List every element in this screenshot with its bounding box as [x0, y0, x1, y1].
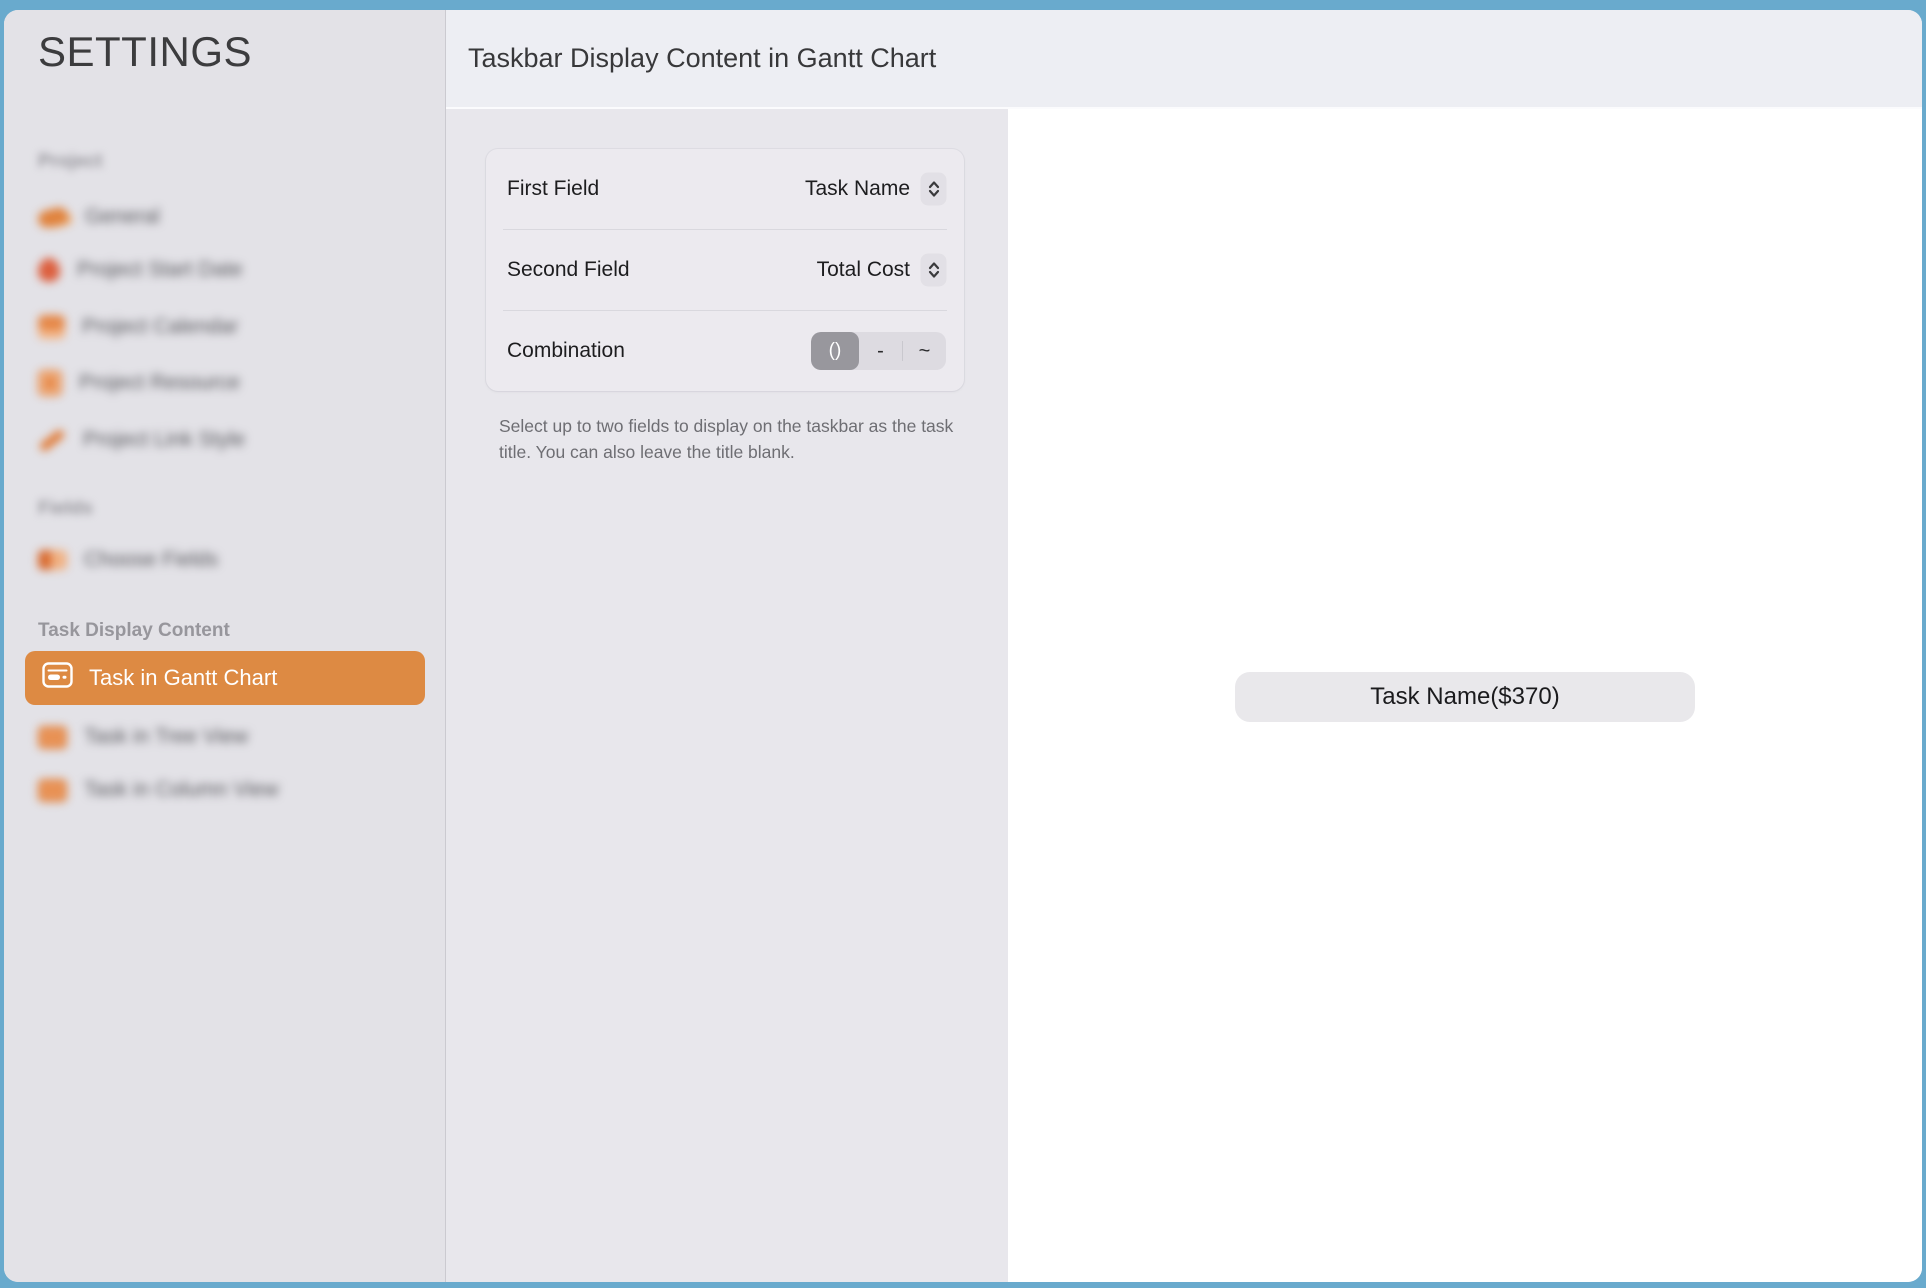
sidebar-item-project-calendar[interactable]: Project Calendar	[38, 312, 238, 342]
sidebar-item-project-link-style[interactable]: Project Link Style	[38, 425, 245, 455]
sidebar-item-label: Project Start Date	[77, 258, 243, 282]
calendar-icon	[38, 315, 65, 339]
sidebar-item-choose-fields[interactable]: Choose Fields	[38, 545, 218, 575]
sidebar-item-label: Project Link Style	[83, 428, 245, 452]
settings-window: SETTINGS Project General Project Start D…	[4, 10, 1922, 1282]
sidebar-item-task-in-gantt-chart[interactable]: Task in Gantt Chart	[25, 651, 425, 705]
tree-view-task-icon	[38, 726, 67, 749]
sidebar-item-project-resource[interactable]: Project Resource	[38, 368, 240, 398]
page-title: Taskbar Display Content in Gantt Chart	[468, 43, 936, 74]
sidebar-item-label: Task in Tree View	[84, 725, 248, 749]
first-field-label: First Field	[507, 177, 599, 201]
resource-icon	[38, 370, 62, 396]
combination-segmented-control: () - ~	[811, 332, 946, 370]
sidebar-item-general[interactable]: General	[38, 202, 160, 232]
content: First Field Task Name	[446, 109, 1922, 1282]
combination-option-tilde[interactable]: ~	[903, 332, 946, 370]
gantt-taskbar-icon	[42, 662, 73, 694]
sidebar-item-project-start-date[interactable]: Project Start Date	[38, 255, 243, 285]
help-text: Select up to two fields to display on th…	[499, 413, 977, 465]
second-field-value: Total Cost	[817, 258, 910, 282]
main-area: Taskbar Display Content in Gantt Chart F…	[446, 10, 1922, 1282]
combination-row: Combination () - ~	[486, 311, 964, 391]
sidebar-item-label: General	[85, 205, 160, 229]
second-field-label: Second Field	[507, 258, 630, 282]
sidebar-item-task-in-column-view[interactable]: Task in Column View	[38, 775, 279, 805]
choose-fields-icon	[38, 550, 67, 570]
taskbar-preview: Task Name($370)	[1235, 672, 1695, 722]
settings-panel: First Field Task Name	[446, 109, 1008, 1282]
combination-option-dash[interactable]: -	[859, 332, 902, 370]
sidebar-item-label: Choose Fields	[84, 548, 218, 572]
first-field-row: First Field Task Name	[486, 149, 964, 229]
column-view-task-icon	[38, 779, 67, 802]
sidebar-title: SETTINGS	[38, 28, 252, 76]
link-icon	[38, 428, 66, 452]
section-label-fields: Fields	[38, 498, 93, 520]
second-field-row: Second Field Total Cost	[486, 230, 964, 310]
second-field-popup[interactable]: Total Cost	[817, 254, 946, 286]
start-date-pin-icon	[38, 258, 60, 282]
sidebar-item-label: Task in Gantt Chart	[89, 665, 277, 691]
general-icon	[36, 205, 69, 229]
combination-option-parentheses[interactable]: ()	[811, 332, 859, 370]
preview-area: Task Name($370)	[1008, 109, 1922, 1282]
settings-sidebar: SETTINGS Project General Project Start D…	[4, 10, 446, 1282]
stepper-chevrons-icon	[921, 173, 946, 205]
combination-label: Combination	[507, 339, 625, 363]
sidebar-item-label: Project Resource	[79, 371, 240, 395]
first-field-value: Task Name	[805, 177, 910, 201]
sidebar-item-task-in-tree-view[interactable]: Task in Tree View	[38, 722, 248, 752]
section-label-project: Project	[38, 151, 102, 173]
first-field-popup[interactable]: Task Name	[805, 173, 946, 205]
page-header: Taskbar Display Content in Gantt Chart	[446, 10, 1922, 109]
section-label-task-display-content: Task Display Content	[38, 620, 230, 642]
sidebar-item-label: Project Calendar	[82, 315, 238, 339]
sidebar-item-label: Task in Column View	[84, 778, 279, 802]
stepper-chevrons-icon	[921, 254, 946, 286]
taskbar-fields-card: First Field Task Name	[486, 149, 964, 391]
